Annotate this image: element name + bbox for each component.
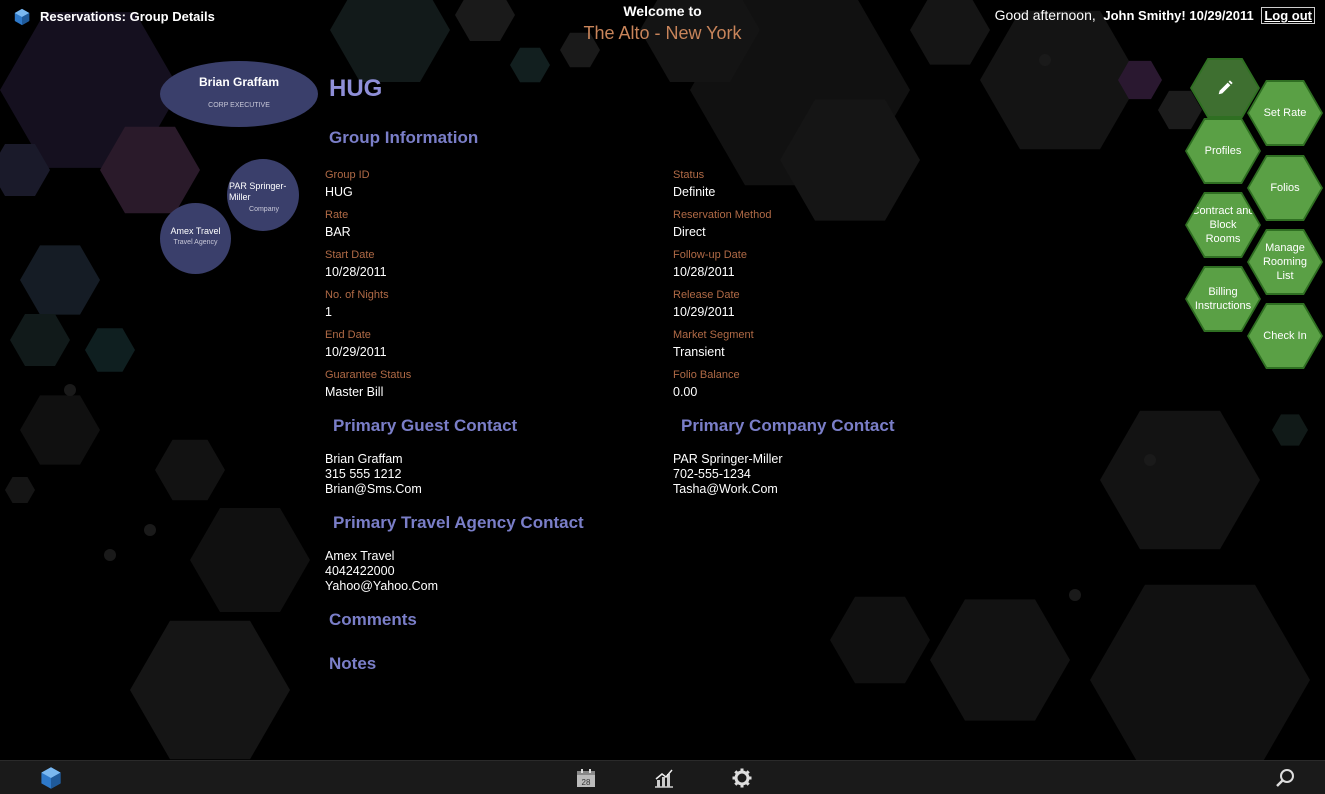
field-value: 10/28/2011 xyxy=(325,265,387,279)
field-label: Reservation Method xyxy=(673,209,772,221)
background-dot xyxy=(144,524,156,536)
company-contact-phone: 702-555-1234 xyxy=(673,467,751,481)
background-hexagon xyxy=(10,314,70,366)
field-value: 1 xyxy=(325,305,332,319)
field-value: Definite xyxy=(673,185,716,199)
agency-contact-email[interactable]: Yahoo@Yahoo.Com xyxy=(325,579,438,593)
background-hexagon xyxy=(930,599,1070,721)
field-value: Master Bill xyxy=(325,385,384,399)
agency-profile-bubble[interactable]: Amex Travel Travel Agency xyxy=(160,203,231,274)
field-label: Follow-up Date xyxy=(673,249,747,261)
background-hexagon xyxy=(20,245,100,315)
logout-link[interactable]: Log out xyxy=(1261,7,1315,24)
greeting-text: Good afternoon, xyxy=(994,7,1096,23)
property-name: The Alto - New York xyxy=(583,23,742,43)
background-hexagon xyxy=(190,508,310,612)
company-contact-name: PAR Springer-Miller xyxy=(673,452,783,466)
background-hexagon xyxy=(5,477,35,503)
gear-icon[interactable] xyxy=(731,767,753,789)
field-value: Direct xyxy=(673,225,706,239)
field-label: Rate xyxy=(325,209,349,221)
field-value: 10/29/2011 xyxy=(673,305,735,319)
background-dot xyxy=(104,549,116,561)
user-name: John Smithy! xyxy=(1103,8,1186,23)
notes-heading[interactable]: Notes xyxy=(329,654,376,674)
primary-company-contact-heading: Primary Company Contact xyxy=(681,416,895,435)
field-label: End Date xyxy=(325,329,371,341)
agency-contact-phone: 4042422000 xyxy=(325,564,395,578)
background-dot xyxy=(1039,54,1051,66)
company-profile-bubble[interactable]: PAR Springer-Miller Company xyxy=(227,159,299,231)
group-information-heading: Group Information xyxy=(329,128,479,147)
group-code-title: HUG xyxy=(329,75,383,102)
background-hexagon xyxy=(830,596,930,684)
current-date: 10/29/2011 xyxy=(1189,8,1254,23)
field-value: 10/28/2011 xyxy=(673,265,735,279)
calendar-icon[interactable]: 28 xyxy=(575,767,597,789)
company-profile-type: Company xyxy=(249,206,279,213)
agency-profile-type: Travel Agency xyxy=(173,239,218,246)
company-contact-email[interactable]: Tasha@Work.Com xyxy=(673,482,778,496)
comments-heading[interactable]: Comments xyxy=(329,610,417,630)
guest-contact-phone: 315 555 1212 xyxy=(325,467,402,481)
guest-profile-role: CORP EXECUTIVE xyxy=(208,102,270,109)
primary-guest-contact-heading: Primary Guest Contact xyxy=(333,416,518,435)
background-hexagon xyxy=(1090,584,1310,776)
guest-contact-name: Brian Graffam xyxy=(325,452,403,466)
field-value: BAR xyxy=(325,225,351,239)
guest-profile-name: Brian Graffam xyxy=(198,75,280,89)
background-hexagon xyxy=(1100,410,1260,550)
background-dot xyxy=(1144,454,1156,466)
field-value: 10/29/2011 xyxy=(325,345,387,359)
background-hexagon xyxy=(155,439,225,501)
company-profile-name: PAR Springer-Miller xyxy=(229,181,287,202)
field-value: Transient xyxy=(673,345,725,359)
bottom-app-bar: 28 xyxy=(0,760,1325,794)
pencil-icon xyxy=(1218,80,1233,95)
field-label: Group ID xyxy=(325,169,370,181)
field-label: Start Date xyxy=(325,249,375,261)
agency-contact-name: Amex Travel xyxy=(325,549,395,563)
background-hexagon xyxy=(20,395,100,465)
field-value: 0.00 xyxy=(673,385,698,399)
field-value: HUG xyxy=(325,185,353,199)
background-hexagon xyxy=(1272,414,1308,446)
user-greeting: Good afternoon, John Smithy! 10/29/2011 … xyxy=(994,7,1315,24)
chart-icon[interactable] xyxy=(653,767,675,789)
guest-profile-bubble[interactable]: Brian Graffam CORP EXECUTIVE xyxy=(160,61,318,127)
field-label: Guarantee Status xyxy=(325,369,412,381)
field-label: Market Segment xyxy=(673,329,754,341)
background-hexagon xyxy=(510,47,550,83)
field-label: Status xyxy=(673,169,705,181)
agency-profile-name: Amex Travel xyxy=(170,226,221,236)
top-bar: Reservations: Group Details Welcome to T… xyxy=(0,0,1325,50)
primary-travel-agency-contact-heading: Primary Travel Agency Contact xyxy=(333,513,584,532)
guest-contact-email[interactable]: Brian@Sms.Com xyxy=(325,482,422,496)
background-hexagon xyxy=(85,328,135,372)
background-hexagon xyxy=(130,620,290,760)
field-label: Release Date xyxy=(673,289,740,301)
background-dot xyxy=(64,384,76,396)
field-label: Folio Balance xyxy=(673,369,740,381)
app-logo-icon[interactable] xyxy=(39,766,63,790)
background-dot xyxy=(1069,589,1081,601)
calendar-day-text: 28 xyxy=(582,778,591,787)
search-icon[interactable] xyxy=(1274,767,1296,789)
field-label: No. of Nights xyxy=(325,289,389,301)
